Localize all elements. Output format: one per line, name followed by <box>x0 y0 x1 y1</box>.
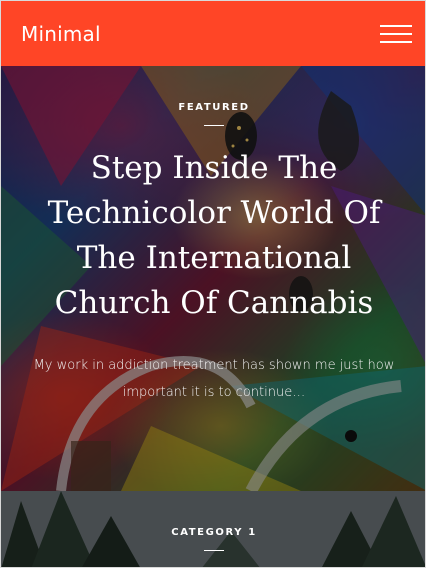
featured-post-content: FEATURED Step Inside The Technicolor Wor… <box>1 66 425 491</box>
category-post-card[interactable]: CATEGORY 1 <box>1 491 425 567</box>
category-label: CATEGORY 1 <box>171 527 257 538</box>
featured-post-card[interactable]: FEATURED Step Inside The Technicolor Wor… <box>1 66 425 491</box>
menu-line <box>380 40 412 43</box>
category-post-content: CATEGORY 1 <box>1 491 425 567</box>
site-header: Minimal <box>1 1 425 66</box>
divider <box>204 125 224 126</box>
page-frame: Minimal FEATURED Step Inside The Technic… <box>0 0 426 568</box>
post-title[interactable]: Step Inside The Technicolor World Of The… <box>34 146 394 326</box>
menu-line <box>380 24 412 27</box>
site-logo[interactable]: Minimal <box>21 22 101 46</box>
menu-line <box>380 32 412 35</box>
post-excerpt: My work in addiction treatment has shown… <box>33 358 395 400</box>
divider <box>204 550 224 551</box>
featured-label: FEATURED <box>178 102 250 113</box>
hamburger-menu-icon[interactable] <box>380 22 412 46</box>
